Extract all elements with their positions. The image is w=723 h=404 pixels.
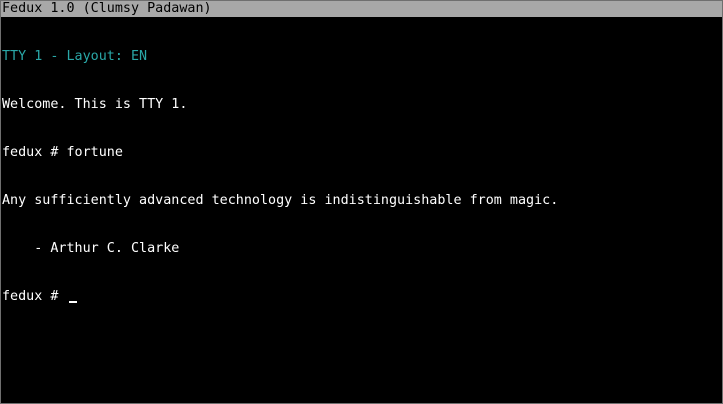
title-bar: Fedux 1.0 (Clumsy Padawan) xyxy=(1,1,722,17)
text-cursor xyxy=(68,301,77,303)
welcome-message: Welcome. This is TTY 1. xyxy=(2,97,188,112)
terminal-screen[interactable]: Fedux 1.0 (Clumsy Padawan) TTY 1 - Layou… xyxy=(0,0,723,404)
command-line: fedux # fortune xyxy=(2,145,123,160)
fortune-quote: Any sufficiently advanced technology is … xyxy=(2,193,559,208)
fortune-attribution: - Arthur C. Clarke xyxy=(2,241,180,256)
console-output[interactable]: TTY 1 - Layout: EN Welcome. This is TTY … xyxy=(1,17,722,337)
tty-header: TTY 1 - Layout: EN xyxy=(2,49,148,64)
prompt-line[interactable]: fedux # xyxy=(2,289,722,305)
prompt: fedux # xyxy=(2,289,67,304)
